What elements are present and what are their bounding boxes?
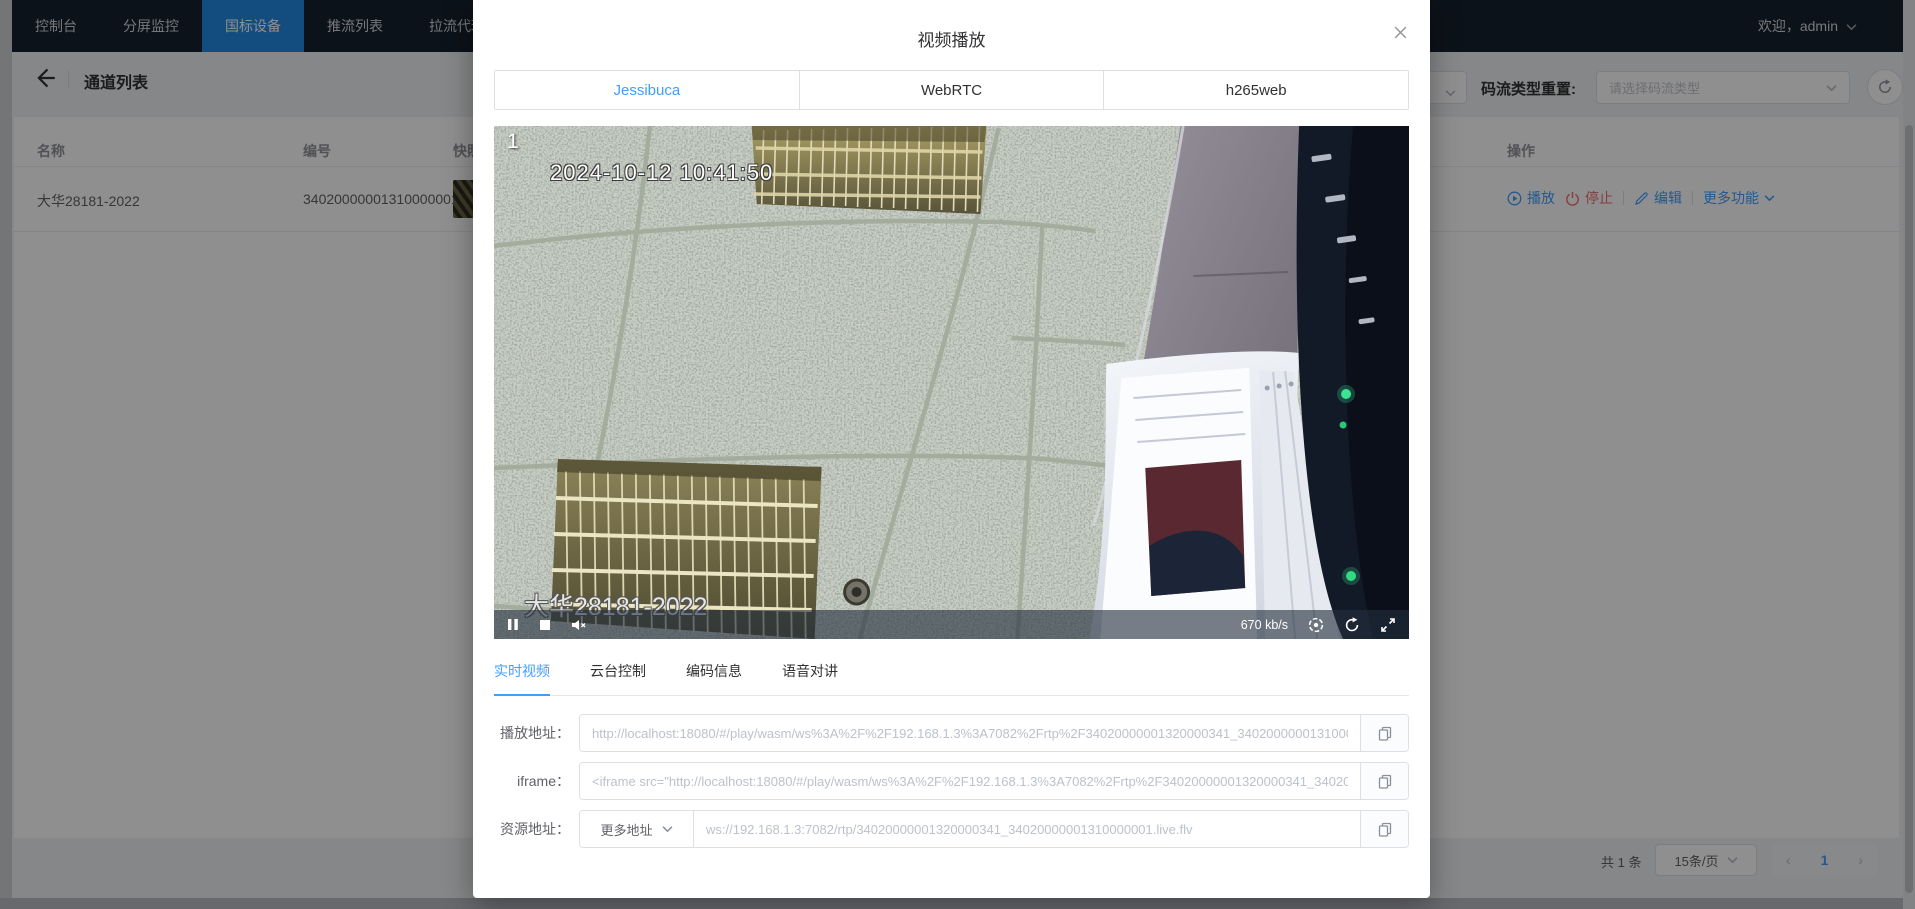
more-address-label: 更多地址 [600, 820, 652, 839]
iframe-label: iframe： [494, 771, 570, 791]
mute-button[interactable] [571, 618, 587, 632]
address-fields: 播放地址： iframe： 资源地址： [494, 714, 1409, 848]
dialog-title: 视频播放 [473, 26, 1430, 51]
iframe-input[interactable] [580, 763, 1360, 799]
copy-icon [1378, 774, 1392, 789]
video-player[interactable]: 1 2024-10-12 10:41:50 大华28181-2022 670 k… [494, 126, 1409, 639]
reload-button[interactable] [1344, 617, 1360, 633]
video-play-dialog: 视频播放 Jessibuca WebRTC h265web [473, 0, 1430, 898]
tab-codec-info[interactable]: 编码信息 [686, 661, 742, 695]
tab-webrtc[interactable]: WebRTC [799, 71, 1104, 109]
video-frame [494, 126, 1409, 639]
snapshot-button[interactable] [1308, 617, 1324, 633]
fullscreen-icon [1380, 617, 1396, 633]
copy-iframe-button[interactable] [1360, 763, 1408, 799]
channel-number-overlay: 1 [507, 130, 519, 154]
bitrate-text: 670 kb/s [1241, 618, 1288, 632]
play-url-row: 播放地址： [494, 714, 1409, 752]
copy-play-url-button[interactable] [1360, 715, 1408, 751]
volume-muted-icon [571, 618, 587, 632]
player-type-tabs: Jessibuca WebRTC h265web [494, 70, 1409, 110]
close-button[interactable] [1390, 22, 1410, 42]
tab-jessibuca[interactable]: Jessibuca [495, 71, 799, 109]
more-address-select[interactable]: 更多地址 [580, 811, 694, 847]
dialog-header: 视频播放 [473, 0, 1430, 70]
stop-button[interactable] [539, 619, 551, 631]
close-icon [1393, 25, 1408, 40]
resource-url-label: 资源地址： [494, 819, 570, 839]
chevron-down-icon [662, 825, 673, 833]
copy-icon [1378, 726, 1392, 741]
iframe-row: iframe： [494, 762, 1409, 800]
aperture-icon [1308, 617, 1324, 633]
stop-square-icon [539, 619, 551, 631]
tab-live-video[interactable]: 实时视频 [494, 661, 550, 696]
player-control-bar: 670 kb/s [494, 610, 1409, 639]
pause-icon [507, 618, 519, 631]
play-url-input[interactable] [580, 715, 1360, 751]
tab-h265web[interactable]: h265web [1103, 71, 1408, 109]
tab-ptz-control[interactable]: 云台控制 [590, 661, 646, 695]
resource-url-input[interactable] [694, 811, 1360, 847]
resource-url-row: 资源地址： 更多地址 [494, 810, 1409, 848]
pause-button[interactable] [507, 618, 519, 631]
tab-voice-intercom[interactable]: 语音对讲 [782, 661, 838, 695]
fullscreen-button[interactable] [1380, 617, 1396, 633]
timestamp-overlay: 2024-10-12 10:41:50 [550, 160, 773, 186]
app-root: 控制台 分屏监控 国标设备 推流列表 拉流代理 欢迎，admin 通道列表 码流… [0, 0, 1915, 909]
stream-sub-tabs: 实时视频 云台控制 编码信息 语音对讲 [494, 661, 1409, 696]
copy-icon [1378, 822, 1392, 837]
refresh-icon [1344, 617, 1360, 633]
play-url-label: 播放地址： [494, 723, 570, 743]
copy-resource-url-button[interactable] [1360, 811, 1408, 847]
